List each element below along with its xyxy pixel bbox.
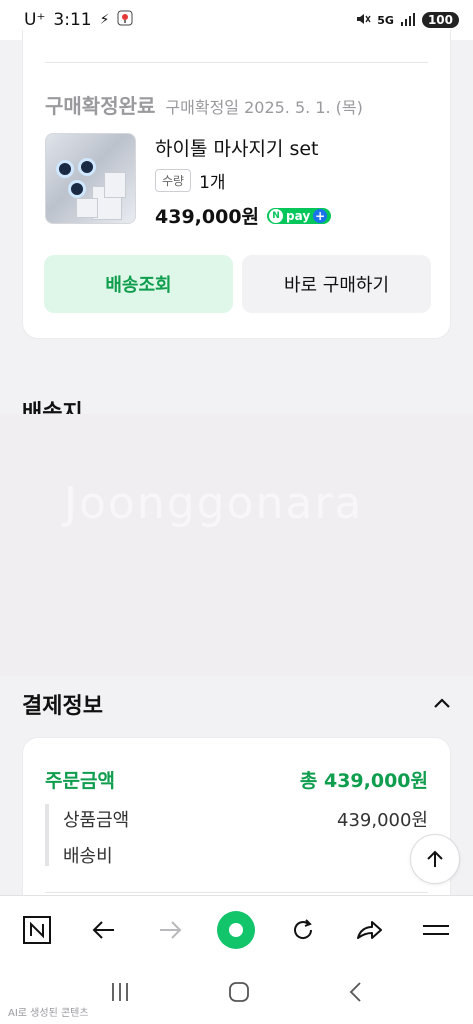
charging-bolt-icon: ⚡ [99,12,110,28]
track-delivery-button[interactable]: 배송조회 [44,255,233,313]
signal-icon [400,12,416,29]
product-price: 439,000원 [155,206,260,228]
npay-n-icon: N [269,208,284,223]
order-amount-label: 주문금액 [45,770,115,792]
buy-again-button[interactable]: 바로 구매하기 [242,255,431,313]
home-button[interactable] [227,980,251,1008]
subtotal-indicator-bar [45,804,49,866]
arrow-left-icon [92,920,114,939]
watermark-logo: Joonggonara [64,478,364,529]
network-type-icon: 5G [377,13,394,27]
product-amount-label: 상품금액 [63,810,130,831]
naver-n-icon [23,915,52,944]
hamburger-icon [422,924,449,935]
quantity-row: 수량 1개 [155,168,226,193]
battery-indicator: 100 [421,12,459,28]
chevron-up-icon[interactable] [430,692,454,716]
arrow-right-icon [160,920,182,939]
order-amount-value: 총 439,000원 [299,770,428,792]
quantity-value: 1개 [199,173,226,193]
naver-home-button[interactable] [11,904,63,956]
ai-generated-note: AI로 생성된 콘텐츠 [8,1008,89,1019]
share-arrow-icon [357,920,383,939]
refresh-icon [293,918,312,939]
forward-button[interactable] [144,904,196,956]
npay-label: pay [286,208,311,223]
browser-toolbar [0,895,473,963]
product-thumbnail[interactable] [45,133,136,224]
npay-badge: N pay + [267,207,332,224]
quantity-tag: 수량 [155,169,192,192]
clock: 3:11 [53,10,92,30]
mute-icon [355,11,371,30]
confirm-date: 구매확정일 2025. 5. 1. (목) [165,98,363,117]
share-button[interactable] [343,904,395,956]
green-home-button[interactable] [210,904,262,956]
home-square-icon [228,981,249,1002]
order-status-row: 구매확정완료 구매확정일 2025. 5. 1. (목) [45,90,363,119]
card-divider [45,62,428,63]
npay-plus-icon: + [313,208,328,223]
order-status: 구매확정완료 [45,94,156,118]
product-name[interactable]: 하이톨 마사지기 set [155,134,318,161]
green-dot-icon [217,910,256,949]
carrier-label: U⁺ [24,10,46,30]
shipping-fee-label: 배송비 [63,846,113,867]
payment-divider [45,892,428,893]
scroll-to-top-button[interactable] [410,834,460,884]
recents-button[interactable] [108,981,132,1007]
arrow-up-icon [427,850,443,867]
order-amount-row: 주문금액 총 439,000원 [45,766,428,793]
shipping-fee-row: 배송비 0 [63,842,428,868]
back-button[interactable] [78,904,130,956]
product-amount-value: 439,000원 [337,810,428,831]
payment-section-title: 결제정보 [22,694,103,719]
price-row: 439,000원 N pay + [155,202,332,229]
product-amount-row: 상품금액 439,000원 [63,806,428,832]
order-card: 구매확정완료 구매확정일 2025. 5. 1. (목) 하이톨 마사지기 se… [22,30,451,339]
recents-icon [111,982,128,1001]
chevron-left-icon [349,981,361,1002]
refresh-button[interactable] [277,904,329,956]
menu-button[interactable] [410,904,462,956]
shipping-content-area [0,414,473,676]
location-app-icon [117,10,133,30]
system-back-button[interactable] [346,980,366,1008]
